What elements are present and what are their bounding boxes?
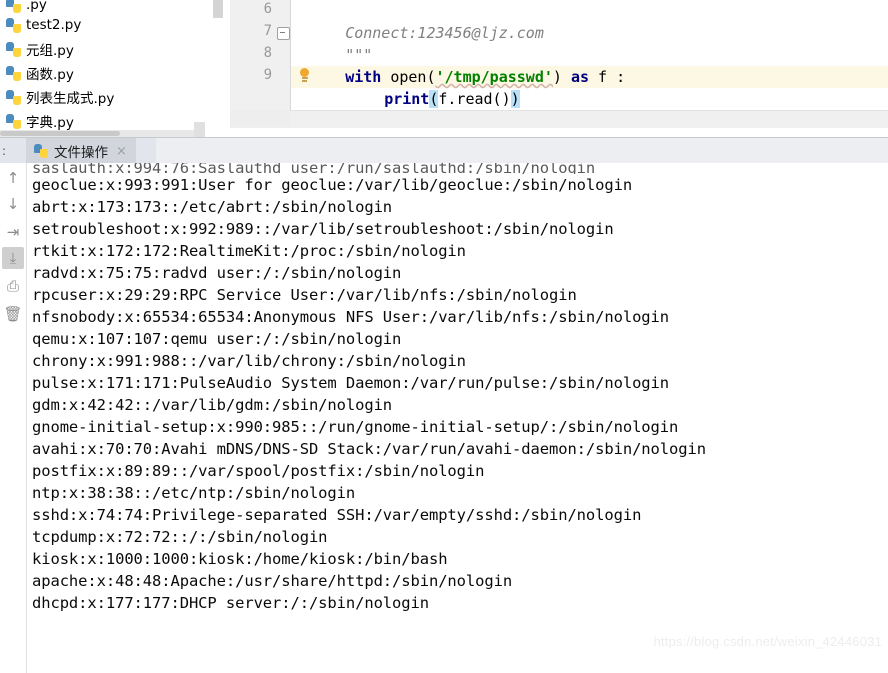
console-output-line: gnome-initial-setup:x:990:985::/run/gnom… <box>32 418 679 436</box>
console-output-line: sshd:x:74:74:Privilege-separated SSH:/va… <box>32 506 642 524</box>
list-item-label: 字典.py <box>26 115 74 130</box>
trash-icon[interactable]: 🗑 <box>2 303 24 325</box>
keyword-as: as <box>561 68 590 86</box>
fold-collapse-icon[interactable] <box>277 27 290 40</box>
scroll-to-end-glyph: ⤓ <box>9 248 17 267</box>
code-editor[interactable]: 6 7 8 9 Connect:123456@ljz.com """ with … <box>230 0 888 137</box>
up-arrow-glyph: ↑ <box>6 168 20 187</box>
down-arrow-glyph: ↓ <box>6 194 20 213</box>
soft-wrap-icon[interactable]: ⇥ <box>2 221 24 243</box>
tabbar-empty-area <box>156 138 888 164</box>
list-item-label: test2.py <box>26 17 82 33</box>
list-item-label: 函数.py <box>26 67 74 83</box>
console-output-line: ntp:x:38:38::/etc/ntp:/sbin/nologin <box>32 484 356 502</box>
line-number: 7 <box>263 23 272 39</box>
list-item[interactable]: 列表生成式.py <box>0 85 194 109</box>
lightbulb-icon[interactable] <box>298 68 312 84</box>
python-file-icon <box>6 41 21 57</box>
variable-f: f <box>589 68 608 86</box>
list-item-label: 列表生成式.py <box>26 91 115 107</box>
list-item[interactable]: test2.py <box>0 13 194 37</box>
console-output-line: gdm:x:42:42::/var/lib/gdm:/sbin/nologin <box>32 396 393 414</box>
code-line-9[interactable]: print(f.read()) <box>330 66 520 108</box>
list-item-label: .py <box>26 0 47 13</box>
console-output-line: saslauth:x:994:76:Saslauthd user:/run/sa… <box>32 163 596 174</box>
python-file-icon <box>6 89 21 105</box>
console-output-line: avahi:x:70:70:Avahi mDNS/DNS-SD Stack:/v… <box>32 440 706 458</box>
list-item[interactable]: 元组.py <box>0 37 194 61</box>
console-output-line: pulse:x:171:171:PulseAudio System Daemon… <box>32 374 669 392</box>
python-file-icon <box>6 17 21 33</box>
print-icon[interactable]: ⎙ <box>2 275 24 297</box>
down-arrow-icon[interactable]: ↓ <box>2 193 24 215</box>
console-output-text[interactable]: saslauth:x:994:76:Saslauthd user:/run/sa… <box>32 163 888 673</box>
soft-wrap-glyph: ⇥ <box>6 222 20 241</box>
console-output-line: rtkit:x:172:172:RealtimeKit:/proc:/sbin/… <box>32 242 466 260</box>
top-region: .py test2.py 元组.py 函数.py 列表生成式.py 字典.py <box>0 0 888 137</box>
line-number: 8 <box>263 45 272 61</box>
line-number: 6 <box>263 1 272 17</box>
scrollbar-thumb[interactable] <box>0 131 120 136</box>
python-file-icon <box>6 113 21 129</box>
console-output-line: kiosk:x:1000:1000:kiosk:/home/kiosk:/bin… <box>32 550 448 568</box>
builtin-print: print <box>384 90 430 108</box>
console-output-line: postfix:x:89:89::/var/spool/postfix:/sbi… <box>32 462 485 480</box>
editor-vertical-scrollbar[interactable] <box>212 0 224 130</box>
line-number: 9 <box>263 67 272 83</box>
scrollbar-thumb[interactable] <box>213 0 223 18</box>
list-item[interactable]: 字典.py <box>0 109 194 130</box>
run-console: ↑ ↓ ⇥ ⤓ ⎙ 🗑 saslauth:x:994:76:Saslauthd … <box>0 163 888 673</box>
tab-label: 文件操作 <box>54 145 108 161</box>
console-output-line: geoclue:x:993:991:User for geoclue:/var/… <box>32 176 633 194</box>
code-line-7[interactable]: """ <box>291 22 372 64</box>
project-tree-horizontal-scrollbar[interactable] <box>0 130 194 137</box>
run-tool-window-tabbar: : 文件操作 × <box>0 137 888 164</box>
python-file-icon <box>6 65 21 81</box>
project-file-tree[interactable]: .py test2.py 元组.py 函数.py 列表生成式.py 字典.py <box>0 0 194 130</box>
editor-gutter-bottom-filler <box>230 110 290 127</box>
colon: : <box>607 68 626 86</box>
trash-glyph: 🗑 <box>3 304 23 323</box>
paren-close: ) <box>552 68 562 86</box>
console-output-line: dhcpd:x:177:177:DHCP server:/:/sbin/nolo… <box>32 594 429 612</box>
list-item[interactable]: 函数.py <box>0 61 194 85</box>
python-run-config-icon <box>34 144 48 158</box>
console-output-line: tcpdump:x:72:72::/:/sbin/nologin <box>32 528 328 546</box>
matched-paren-close: ) <box>510 90 520 108</box>
tab-run-configuration[interactable]: 文件操作 × <box>26 138 136 164</box>
up-arrow-icon[interactable]: ↑ <box>2 167 24 189</box>
console-output-line: qemu:x:107:107:qemu user:/:/sbin/nologin <box>32 330 402 348</box>
scroll-to-end-icon[interactable]: ⤓ <box>2 247 24 269</box>
list-item-label: 元组.py <box>26 43 74 59</box>
python-file-icon <box>6 0 21 13</box>
console-output-line: abrt:x:173:173::/etc/abrt:/sbin/nologin <box>32 198 393 216</box>
console-output-line: apache:x:48:48:Apache:/usr/share/httpd:/… <box>32 572 513 590</box>
tabbar-prefix: : <box>2 144 7 158</box>
watermark: https://blog.csdn.net/weixin_42446031 <box>653 634 882 649</box>
print-glyph: ⎙ <box>6 276 19 295</box>
editor-gutter[interactable]: 6 7 8 9 <box>230 0 291 110</box>
code-line-6[interactable]: Connect:123456@ljz.com <box>291 0 544 42</box>
console-toolbar: ↑ ↓ ⇥ ⤓ ⎙ 🗑 <box>0 163 27 673</box>
editor-bottom-filler <box>230 110 888 128</box>
close-icon[interactable]: × <box>116 145 127 158</box>
docstring-text: Connect:123456@ljz.com <box>345 24 544 42</box>
expression-f-read: f.read() <box>438 90 511 108</box>
console-output-line: nfsnobody:x:65534:65534:Anonymous NFS Us… <box>32 308 669 326</box>
scrollbar-thumb[interactable] <box>194 122 205 137</box>
console-output-line: chrony:x:991:988::/var/lib/chrony:/sbin/… <box>32 352 466 370</box>
code-line-8[interactable]: with open('/tmp/passwd') as f : <box>291 44 625 86</box>
console-output-line: setroubleshoot:x:992:989::/var/lib/setro… <box>32 220 614 238</box>
console-output-line: rpcuser:x:29:29:RPC Service User:/var/li… <box>32 286 577 304</box>
console-output-line: radvd:x:75:75:radvd user:/:/sbin/nologin <box>32 264 402 282</box>
list-item[interactable]: .py <box>0 0 194 13</box>
